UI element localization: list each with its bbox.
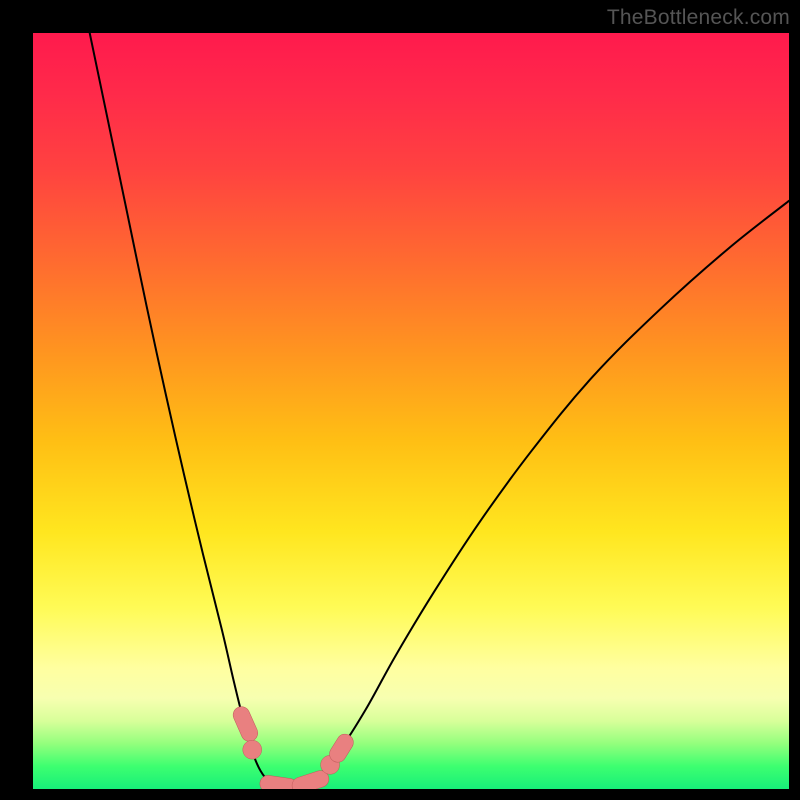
curve-left-branch (90, 33, 289, 789)
marker-circle-1 (243, 740, 262, 759)
frame: TheBottleneck.com (0, 0, 800, 800)
chart-svg (33, 33, 789, 789)
plot-area (33, 33, 789, 789)
watermark-text: TheBottleneck.com (607, 6, 790, 30)
curve-right-branch (289, 201, 789, 789)
marker-capsule-0 (230, 704, 260, 744)
